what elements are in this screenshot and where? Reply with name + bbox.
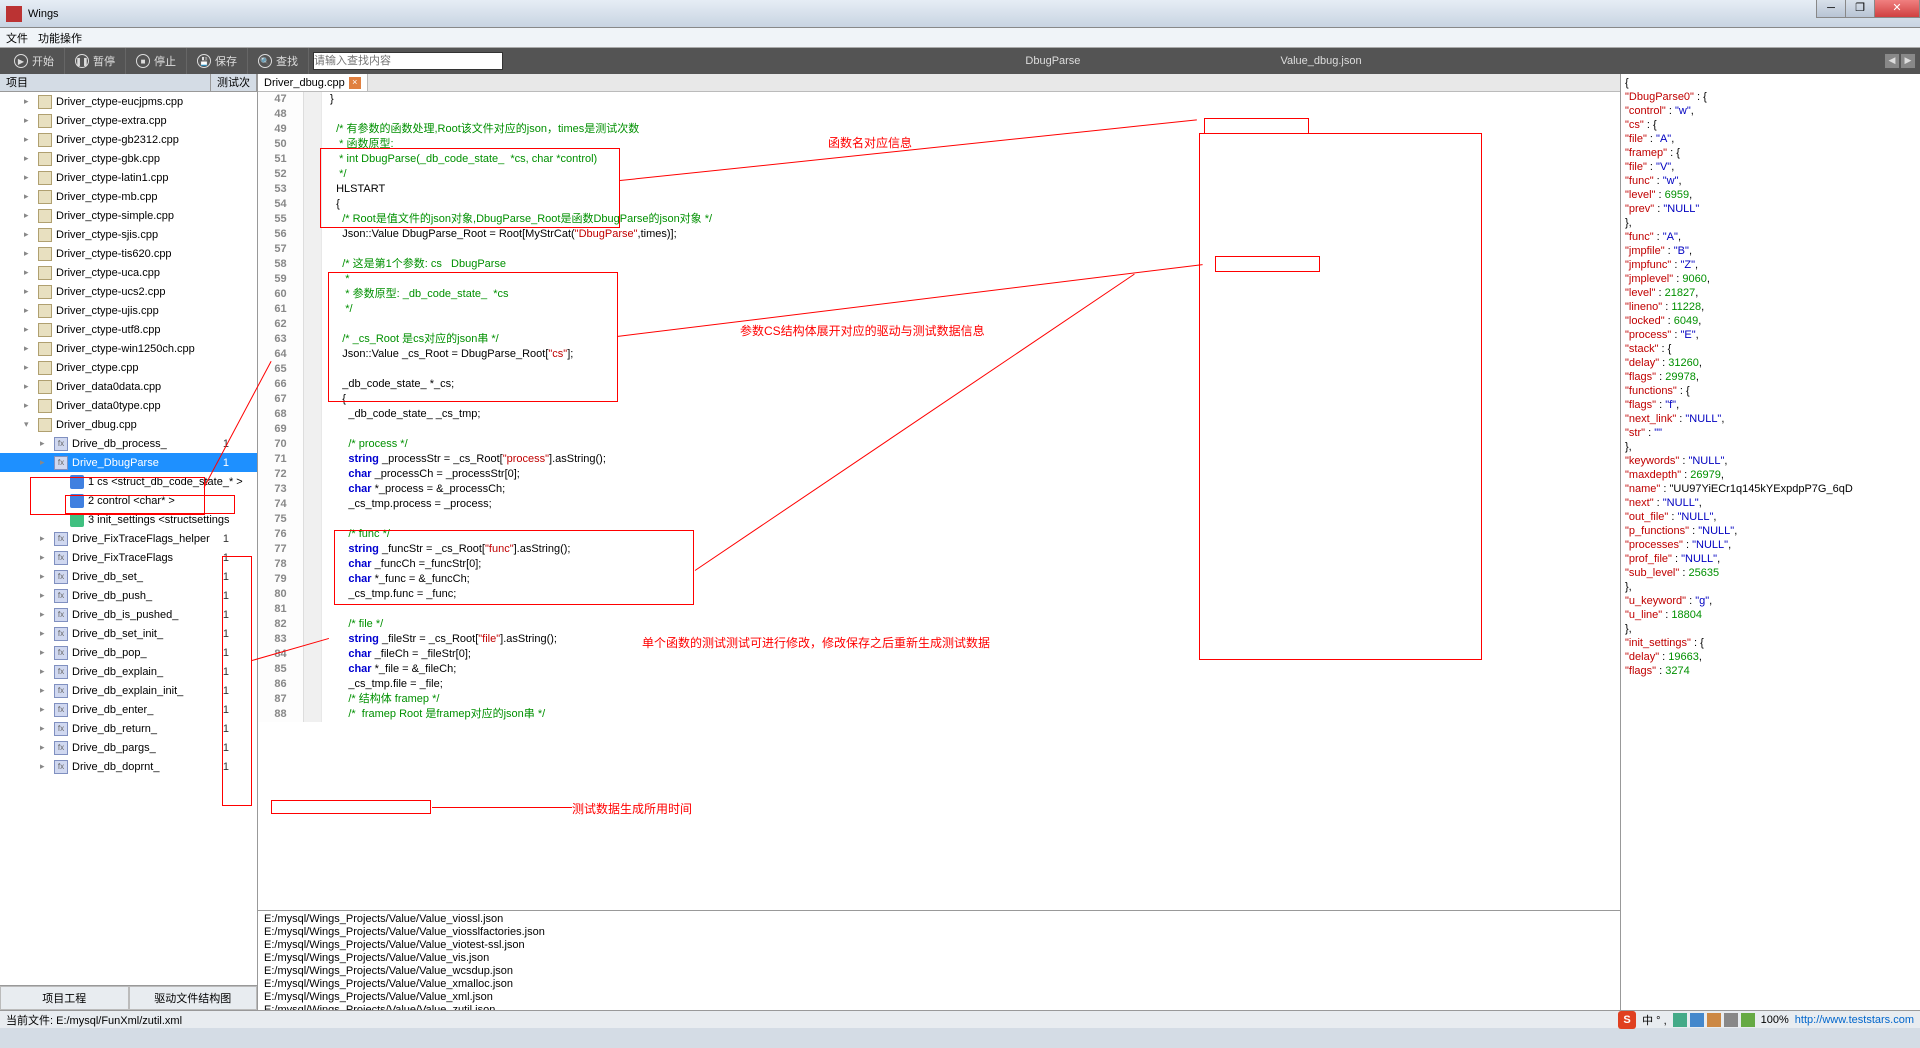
file-tabs: Driver_dbug.cpp× (258, 74, 1620, 92)
tree-item[interactable]: ▸fxDrive_db_pargs_1 (0, 738, 257, 757)
tree-item[interactable]: ▾Driver_dbug.cpp (0, 415, 257, 434)
tree-item[interactable]: ▸fxDrive_db_is_pushed_1 (0, 605, 257, 624)
tree-item[interactable]: ▸Driver_ctype-simple.cpp (0, 206, 257, 225)
tab-structure[interactable]: 驱动文件结构图 (129, 986, 258, 1010)
nav-next[interactable]: ▶ (1900, 53, 1916, 69)
toolbar: ▶开始 ❚❚暂停 ■停止 💾保存 🔍查找 DbugParse Value_dbu… (0, 48, 1920, 74)
tree-item[interactable]: ▸Driver_ctype-tis620.cpp (0, 244, 257, 263)
app-title: Wings (28, 8, 59, 20)
output-panel[interactable]: E:/mysql/Wings_Projects/Value/Value_vios… (258, 910, 1620, 1010)
status-url[interactable]: http://www.teststars.com (1795, 1014, 1914, 1026)
tree-item[interactable]: ▸Driver_data0type.cpp (0, 396, 257, 415)
tree-item[interactable]: ▸fxDrive_db_push_1 (0, 586, 257, 605)
start-button[interactable]: ▶开始 (4, 48, 65, 74)
window-buttons: ─ ❐ ✕ (1817, 0, 1920, 18)
menubar: 文件 功能操作 (0, 28, 1920, 48)
tray-icon[interactable] (1673, 1013, 1687, 1027)
tree-item[interactable]: ▸Driver_ctype-eucjpms.cpp (0, 92, 257, 111)
menu-funcops[interactable]: 功能操作 (38, 30, 82, 46)
ime-text: 中 ° , (1642, 1012, 1667, 1028)
tree-item[interactable]: ▸Driver_data0data.cpp (0, 377, 257, 396)
tree-item[interactable]: ▸Driver_ctype-mb.cpp (0, 187, 257, 206)
tree-item[interactable]: ▸fxDrive_db_enter_1 (0, 700, 257, 719)
pause-button[interactable]: ❚❚暂停 (65, 48, 126, 74)
tree-item[interactable]: ▸Driver_ctype-uca.cpp (0, 263, 257, 282)
tree-item[interactable]: 1 cs <struct_db_code_state_* > (0, 472, 257, 491)
tray-icon[interactable] (1741, 1013, 1755, 1027)
nav-prev[interactable]: ◀ (1884, 53, 1900, 69)
code-editor[interactable]: 47}4849 /* 有参数的函数处理,Root该文件对应的json，times… (258, 92, 1620, 910)
tree-item[interactable]: ▸fxDrive_db_explain_1 (0, 662, 257, 681)
tree-item[interactable]: ▸fxDrive_db_process_1 (0, 434, 257, 453)
sidebar-hdr-count: 测试次 (211, 74, 257, 91)
tree-item[interactable]: 3 init_settings <structsettings (0, 510, 257, 529)
sidebar-hdr-project: 项目 (0, 74, 211, 91)
file-tab[interactable]: Driver_dbug.cpp× (258, 74, 368, 91)
tree-item[interactable]: ▸fxDrive_db_set_init_1 (0, 624, 257, 643)
tray-icon[interactable] (1707, 1013, 1721, 1027)
tree-item[interactable]: 2 control <char* > (0, 491, 257, 510)
tree-item[interactable]: ▸fxDrive_db_explain_init_1 (0, 681, 257, 700)
titlebar: Wings ─ ❐ ✕ (0, 0, 1920, 28)
tree-item[interactable]: ▸fxDrive_db_set_1 (0, 567, 257, 586)
tree-item[interactable]: ▸fxDrive_db_doprnt_1 (0, 757, 257, 776)
tree-item[interactable]: ▸fxDrive_db_return_1 (0, 719, 257, 738)
tab-right[interactable]: Value_dbug.json (1280, 55, 1361, 67)
find-button[interactable]: 🔍查找 (248, 48, 309, 74)
tree-item[interactable]: ▸Driver_ctype-latin1.cpp (0, 168, 257, 187)
close-button[interactable]: ✕ (1874, 0, 1920, 18)
tree-item[interactable]: ▸Driver_ctype-extra.cpp (0, 111, 257, 130)
tree-item[interactable]: ▸fxDrive_FixTraceFlags_helper1 (0, 529, 257, 548)
tree-item[interactable]: ▸Driver_ctype-sjis.cpp (0, 225, 257, 244)
search-input[interactable] (313, 52, 503, 70)
close-tab-icon[interactable]: × (349, 77, 361, 89)
tree-item[interactable]: ▸fxDrive_DbugParse1 (0, 453, 257, 472)
tree-item[interactable]: ▸Driver_ctype.cpp (0, 358, 257, 377)
tree-item[interactable]: ▸fxDrive_db_pop_1 (0, 643, 257, 662)
minimize-button[interactable]: ─ (1816, 0, 1846, 18)
tab-center[interactable]: DbugParse (1025, 55, 1080, 67)
save-button[interactable]: 💾保存 (187, 48, 248, 74)
stop-button[interactable]: ■停止 (126, 48, 187, 74)
sidebar: 项目测试次 ▸Driver_ctype-eucjpms.cpp▸Driver_c… (0, 74, 258, 1010)
tree-item[interactable]: ▸Driver_ctype-ucs2.cpp (0, 282, 257, 301)
status-file: 当前文件: E:/mysql/FunXml/zutil.xml (6, 1012, 182, 1028)
tree-item[interactable]: ▸fxDrive_FixTraceFlags1 (0, 548, 257, 567)
tab-project[interactable]: 项目工程 (0, 986, 129, 1010)
tree-item[interactable]: ▸Driver_ctype-gb2312.cpp (0, 130, 257, 149)
statusbar: 当前文件: E:/mysql/FunXml/zutil.xml S 中 ° , … (0, 1010, 1920, 1028)
tray-icon[interactable] (1690, 1013, 1704, 1027)
tree-item[interactable]: ▸Driver_ctype-ujis.cpp (0, 301, 257, 320)
tree-item[interactable]: ▸Driver_ctype-gbk.cpp (0, 149, 257, 168)
app-icon (6, 6, 22, 22)
menu-file[interactable]: 文件 (6, 30, 28, 46)
tree-item[interactable]: ▸Driver_ctype-win1250ch.cpp (0, 339, 257, 358)
ime-icon[interactable]: S (1618, 1011, 1636, 1029)
status-pct: 100% (1761, 1014, 1789, 1026)
tray-icon[interactable] (1724, 1013, 1738, 1027)
maximize-button[interactable]: ❐ (1845, 0, 1875, 18)
editor-area: Driver_dbug.cpp× 47}4849 /* 有参数的函数处理,Roo… (258, 74, 1620, 1010)
json-viewer[interactable]: { "DbugParse0" : { "control" : "w", "cs"… (1620, 74, 1920, 1010)
tray-icons (1673, 1013, 1755, 1027)
project-tree[interactable]: ▸Driver_ctype-eucjpms.cpp▸Driver_ctype-e… (0, 92, 257, 985)
tree-item[interactable]: ▸Driver_ctype-utf8.cpp (0, 320, 257, 339)
